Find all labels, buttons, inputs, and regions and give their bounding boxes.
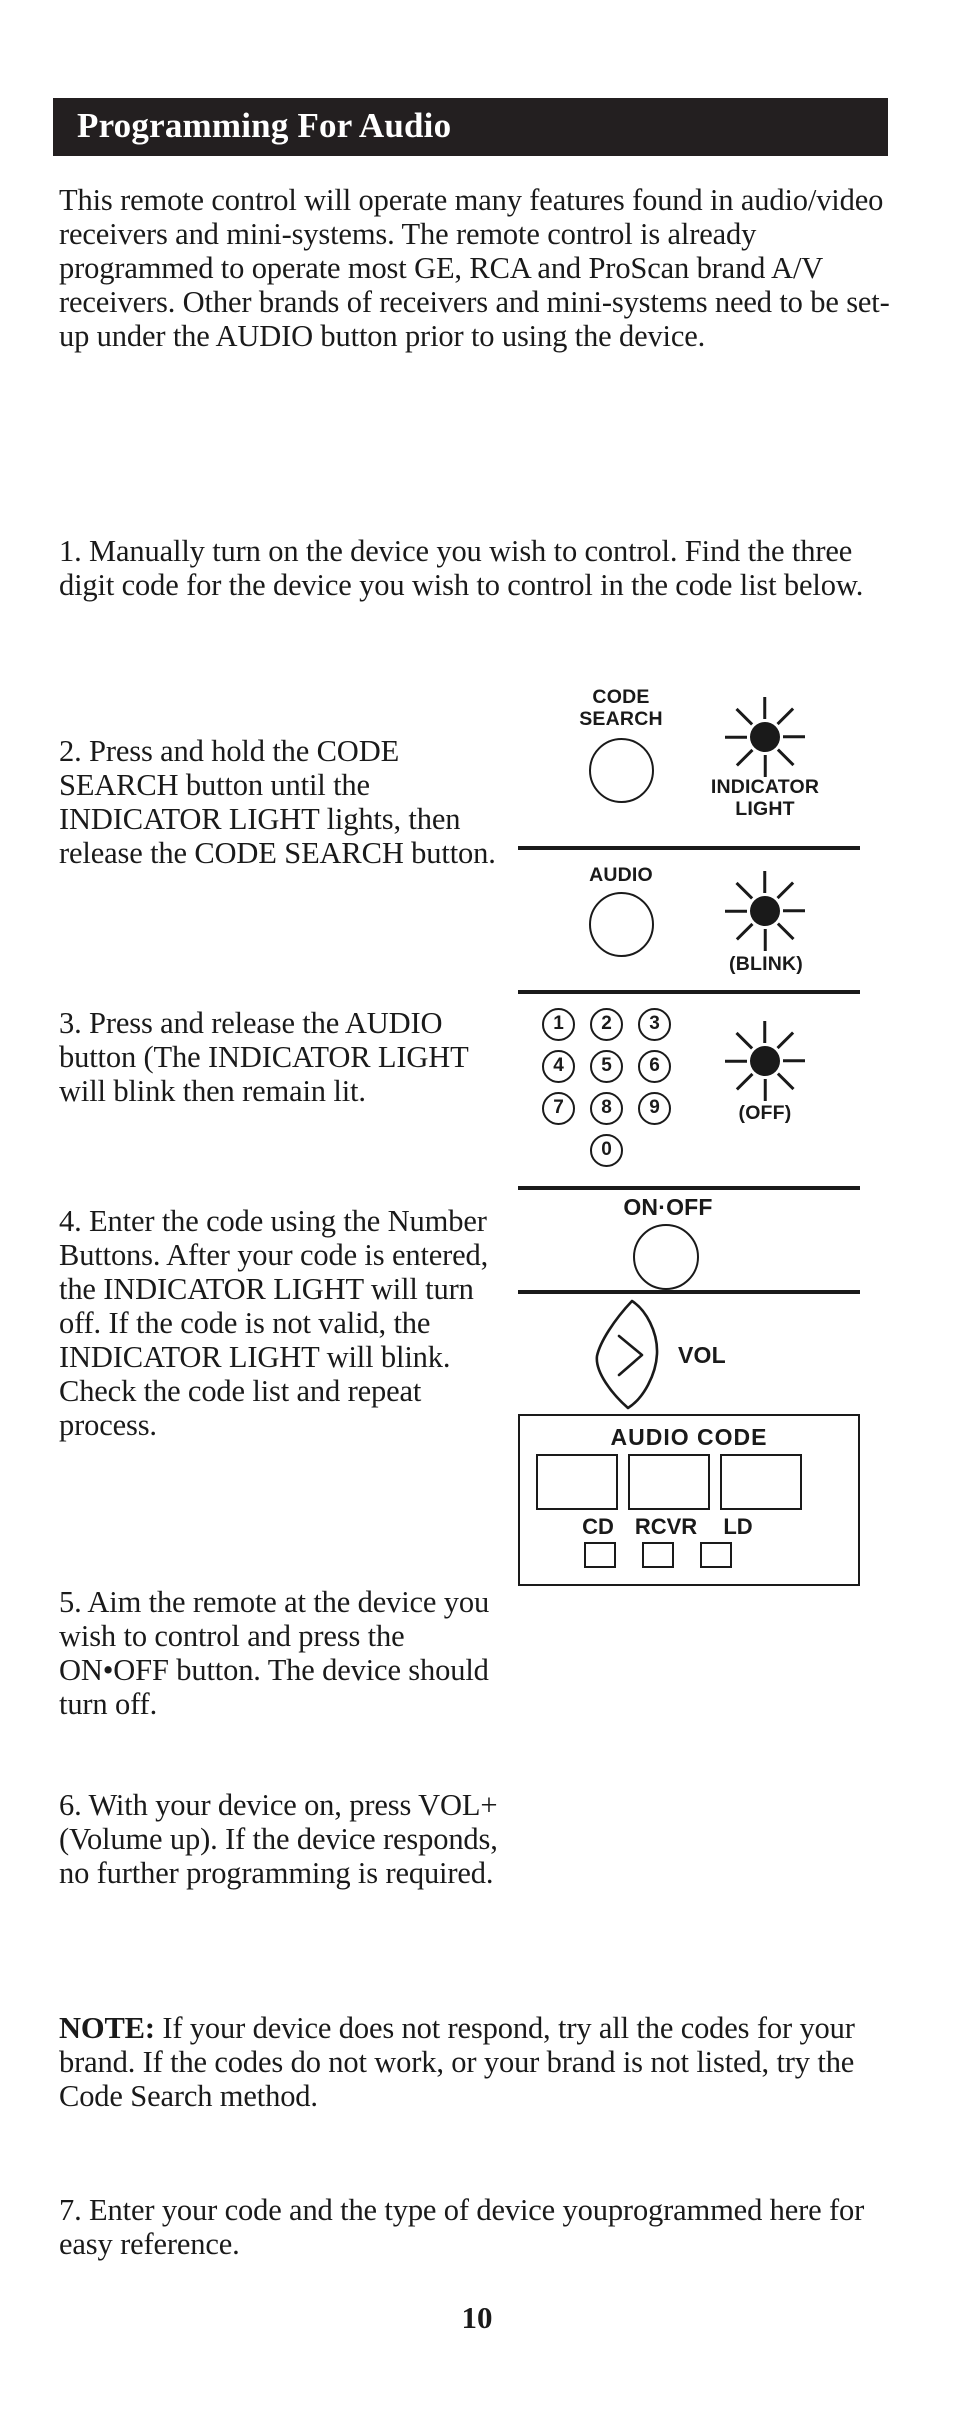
number-key-2[interactable]: 2 — [590, 1008, 623, 1041]
number-key-7[interactable]: 7 — [542, 1092, 575, 1125]
page-header-bar: Programming For Audio — [53, 98, 888, 156]
device-label-ld: LD — [723, 1514, 753, 1539]
audio-code-title: AUDIO CODE — [610, 1424, 768, 1450]
off-label: (OFF) — [738, 1102, 792, 1124]
number-key-1[interactable]: 1 — [542, 1008, 575, 1041]
indicator-dot — [750, 722, 780, 752]
note-label: NOTE: — [59, 2011, 155, 2045]
on-off-button[interactable] — [633, 1224, 699, 1290]
device-label-rcvr: RCVR — [634, 1514, 698, 1539]
step-4-paragraph: 4. Enter the code using the Number Butto… — [59, 1204, 489, 1442]
indicator-light-label-line2: LIGHT — [735, 798, 795, 820]
note-paragraph: NOTE: If your device does not respond, t… — [59, 2011, 895, 2113]
manual-page: Programming For Audio This remote contro… — [0, 0, 954, 2429]
diagram-section-numbers: 1 2 3 4 5 6 7 8 9 0 (OFF) — [518, 994, 860, 1190]
blink-label: (BLINK) — [729, 953, 803, 975]
text-wrap-spacer — [510, 1788, 895, 1850]
number-key-5[interactable]: 5 — [590, 1050, 623, 1083]
diagram-section-audio: AUDIO (BLINK) — [518, 850, 860, 994]
audio-code-field-ld[interactable] — [720, 1454, 802, 1510]
step-3-paragraph: 3. Press and release the AUDIO button (T… — [59, 1006, 469, 1108]
vol-rocker-icon[interactable] — [594, 1298, 668, 1412]
diagram-section-code-search: CODE SEARCH INDICATOR LIGHT — [518, 686, 860, 850]
number-keypad: 1 2 3 4 5 6 7 8 9 0 — [542, 1008, 722, 1178]
on-off-label: ON·OFF — [623, 1194, 713, 1220]
audio-button[interactable] — [589, 892, 654, 957]
number-key-0[interactable]: 0 — [590, 1134, 623, 1167]
step-2-paragraph: 2. Press and hold the CODE SEARCH button… — [59, 734, 496, 870]
number-key-8[interactable]: 8 — [590, 1092, 623, 1125]
page-title: Programming For Audio — [77, 106, 452, 146]
audio-code-box: AUDIO CODE CD RCVR LD — [518, 1414, 860, 1586]
step-1-paragraph: 1. Manually turn on the device you wish … — [59, 534, 864, 602]
code-search-button[interactable] — [589, 738, 654, 803]
step-5-paragraph: 5. Aim the remote at the device you wish… — [59, 1585, 490, 1721]
indicator-dot — [750, 1046, 780, 1076]
diagram-section-onoff: ON·OFF — [518, 1190, 860, 1294]
indicator-light-label-line1: INDICATOR — [710, 776, 820, 798]
code-search-label-line2: SEARCH — [579, 708, 663, 730]
code-search-label-line1: CODE — [592, 686, 650, 708]
page-number: 10 — [461, 2300, 493, 2335]
number-key-3[interactable]: 3 — [638, 1008, 671, 1041]
number-key-4[interactable]: 4 — [542, 1050, 575, 1083]
number-key-9[interactable]: 9 — [638, 1092, 671, 1125]
indicator-dot — [750, 896, 780, 926]
step-6-text: 6. With your device on, press VOL+ (Volu… — [59, 1788, 498, 1890]
audio-code-checkbox-cd[interactable] — [584, 1542, 616, 1568]
audio-code-field-rcvr[interactable] — [628, 1454, 710, 1510]
vol-label: VOL — [678, 1342, 726, 1368]
audio-code-checkbox-rcvr[interactable] — [642, 1542, 674, 1568]
audio-code-field-cd[interactable] — [536, 1454, 618, 1510]
number-key-6[interactable]: 6 — [638, 1050, 671, 1083]
blink-indicator-burst-icon — [710, 856, 820, 966]
remote-diagram-panel: CODE SEARCH INDICATOR LIGHT AUDIO (BLINK… — [518, 686, 860, 1590]
note-text: If your device does not respond, try all… — [59, 2011, 855, 2113]
diagram-section-audio-code: AUDIO CODE CD RCVR LD — [518, 1414, 860, 1590]
device-label-cd: CD — [582, 1514, 614, 1539]
intro-paragraph: This remote control will operate many fe… — [59, 183, 890, 353]
audio-code-checkbox-ld[interactable] — [700, 1542, 732, 1568]
audio-button-label: AUDIO — [589, 864, 653, 886]
diagram-section-vol: VOL — [518, 1294, 860, 1414]
step-6-paragraph: 6. With your device on, press VOL+ (Volu… — [59, 1788, 895, 1890]
off-indicator-burst-icon — [710, 1006, 820, 1116]
step-7-paragraph: 7. Enter your code and the type of devic… — [59, 2193, 865, 2261]
